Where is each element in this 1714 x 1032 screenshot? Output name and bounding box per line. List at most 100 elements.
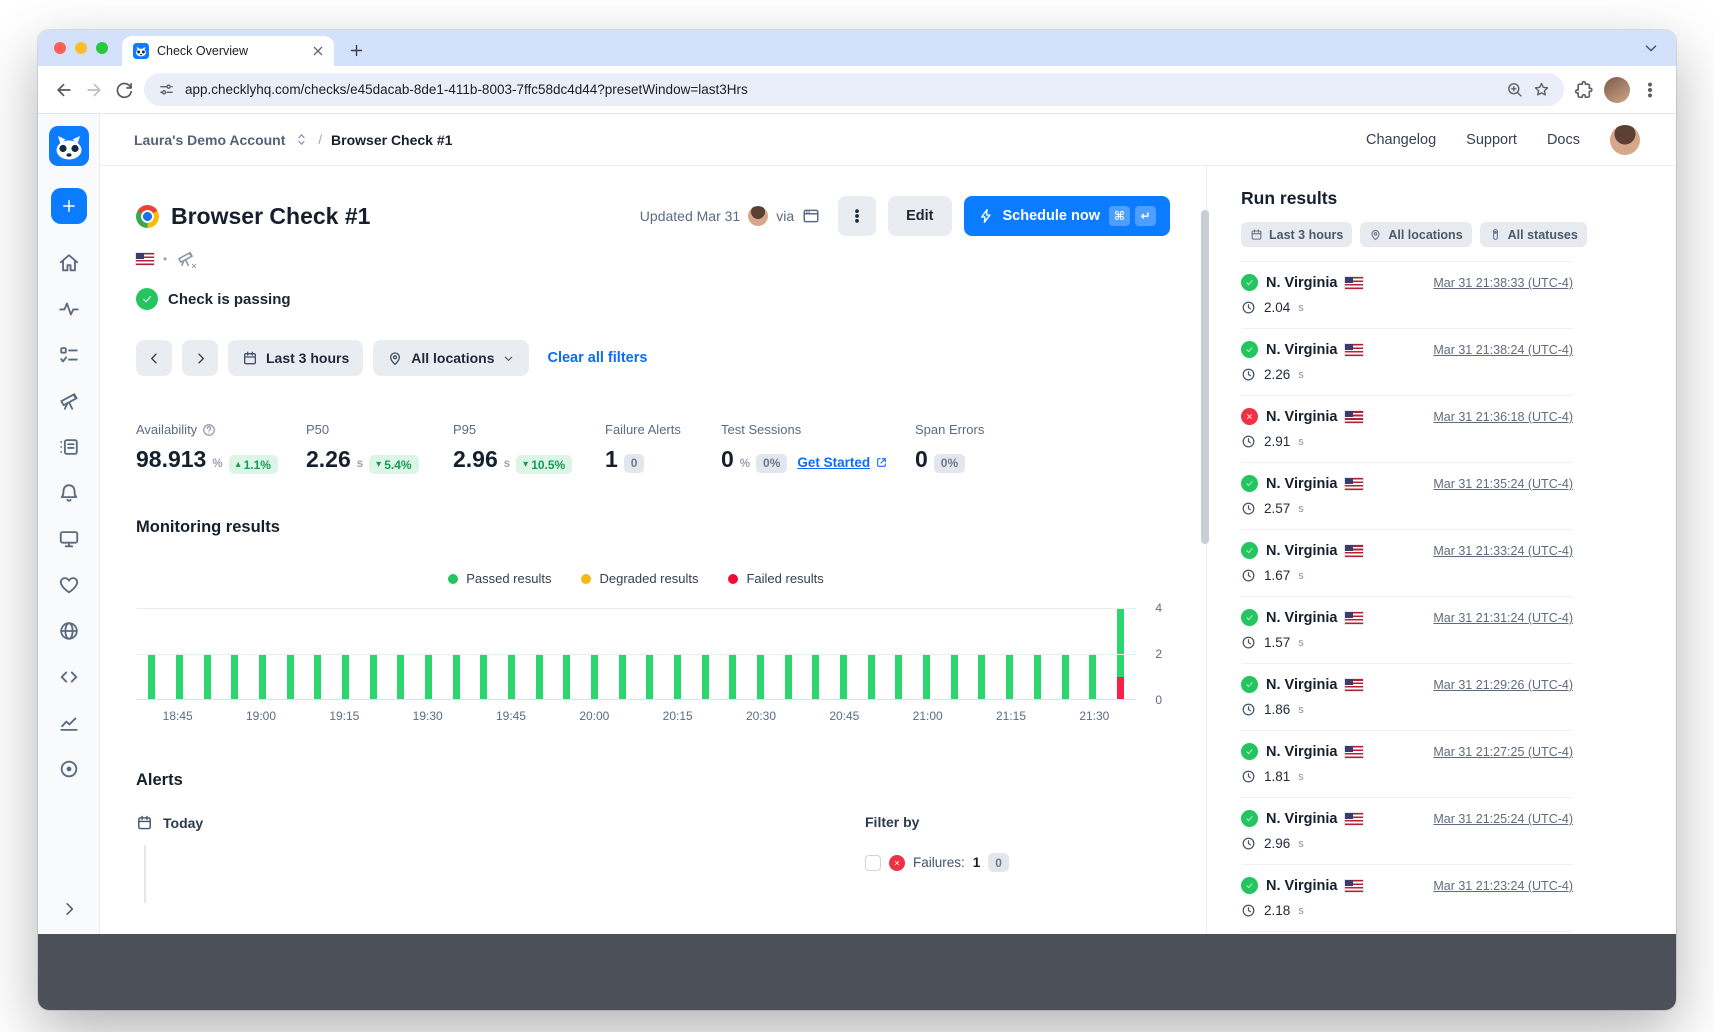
chart-bar[interactable] [619,654,626,700]
chart-bar[interactable] [453,654,460,700]
chart-bar[interactable] [563,654,570,700]
main-scrollbar[interactable] [1201,210,1209,544]
run-timestamp-link[interactable]: Mar 31 21:38:33 (UTC-4) [1433,276,1573,290]
sidebar-collapse-button[interactable] [60,900,78,918]
tab-search-chevron-icon[interactable] [1642,39,1660,57]
sidebar-item-bell[interactable] [58,482,80,504]
clear-filters-link[interactable]: Clear all filters [547,350,647,366]
bookmark-star-icon[interactable] [1533,81,1550,98]
chart-bar[interactable] [314,654,321,700]
back-button[interactable] [54,80,74,100]
sidebar-item-heartbeats[interactable] [58,574,80,596]
chart-bar[interactable] [702,654,709,700]
run-result-row[interactable]: N. Virginia Mar 31 21:23:24 (UTC-4) 2.18… [1241,865,1573,932]
chart-bar[interactable] [480,654,487,700]
create-new-button[interactable] [51,188,87,224]
chart-bar[interactable] [259,654,266,700]
run-timestamp-link[interactable]: Mar 31 21:23:24 (UTC-4) [1433,879,1573,893]
legend-item[interactable]: Passed results [448,571,551,586]
run-result-row[interactable]: N. Virginia Mar 31 21:33:24 (UTC-4) 1.67… [1241,530,1573,597]
chart-bar[interactable] [1089,654,1096,700]
account-switcher[interactable]: Laura's Demo Account [134,132,285,148]
chart-bar[interactable] [1006,654,1013,700]
chart-bar[interactable] [397,654,404,700]
run-timestamp-link[interactable]: Mar 31 21:31:24 (UTC-4) [1433,611,1573,625]
run-result-row[interactable]: N. Virginia Mar 31 21:35:24 (UTC-4) 2.57… [1241,463,1573,530]
run-result-row[interactable]: N. Virginia Mar 31 21:38:24 (UTC-4) 2.26… [1241,329,1573,396]
run-filter-chip-status[interactable]: All statuses [1480,222,1587,247]
chart-bar[interactable] [176,654,183,700]
run-result-row[interactable]: N. Virginia Mar 31 21:38:33 (UTC-4) 2.04… [1241,262,1573,329]
run-timestamp-link[interactable]: Mar 31 21:33:24 (UTC-4) [1433,544,1573,558]
run-result-row[interactable]: N. Virginia Mar 31 21:27:25 (UTC-4) 1.81… [1241,731,1573,798]
user-avatar[interactable] [1610,125,1640,155]
sidebar-item-dashboards[interactable] [58,712,80,734]
chart-bar[interactable] [785,654,792,700]
sidebar-item-code[interactable] [58,666,80,688]
maximize-window-button[interactable] [96,42,108,54]
header-link-docs[interactable]: Docs [1547,132,1580,148]
browser-profile-avatar[interactable] [1604,77,1630,103]
chart-bar[interactable] [1062,654,1069,700]
sidebar-item-locations[interactable] [58,758,80,780]
address-bar[interactable]: app.checklyhq.com/checks/e45dacab-8de1-4… [144,73,1564,106]
forward-button[interactable] [84,80,104,100]
header-link-changelog[interactable]: Changelog [1366,132,1436,148]
chart-bar[interactable] [425,654,432,700]
failures-checkbox[interactable] [865,855,881,871]
chart-bar[interactable] [231,654,238,700]
run-timestamp-link[interactable]: Mar 31 21:25:24 (UTC-4) [1433,812,1573,826]
chart-bar[interactable] [812,654,819,700]
run-filter-chip-location[interactable]: All locations [1360,222,1471,247]
prev-range-button[interactable] [136,340,172,376]
chart-bar[interactable] [646,654,653,700]
chart-bar[interactable] [757,654,764,700]
chart-bar[interactable] [370,654,377,700]
chart-bar[interactable] [978,654,985,700]
run-timestamp-link[interactable]: Mar 31 21:36:18 (UTC-4) [1433,410,1573,424]
browser-tab[interactable]: Check Overview [122,36,334,66]
legend-item[interactable]: Degraded results [581,571,698,586]
sidebar-item-home[interactable] [58,252,80,274]
chart-bar[interactable] [674,654,681,700]
sidebar-item-globe[interactable] [58,620,80,642]
run-result-row[interactable]: N. Virginia Mar 31 21:31:24 (UTC-4) 1.57… [1241,597,1573,664]
help-icon[interactable] [202,423,216,437]
sidebar-item-telescope[interactable] [58,390,80,412]
schedule-now-button[interactable]: Schedule now ⌘↵ [964,196,1171,236]
locations-chip[interactable]: All locations [373,340,529,376]
site-settings-icon[interactable] [158,81,175,98]
updated-by-avatar[interactable] [748,206,768,226]
chart-bar[interactable] [148,654,155,700]
get-started-link[interactable]: Get Started [797,455,888,470]
close-window-button[interactable] [54,42,66,54]
zoom-icon[interactable] [1506,81,1523,98]
more-options-button[interactable] [838,196,876,236]
browser-menu-icon[interactable] [1640,80,1660,100]
chart-bar[interactable] [895,654,902,700]
run-timestamp-link[interactable]: Mar 31 21:29:26 (UTC-4) [1433,678,1573,692]
reload-button[interactable] [114,80,134,100]
run-timestamp-link[interactable]: Mar 31 21:27:25 (UTC-4) [1433,745,1573,759]
sidebar-item-logs[interactable] [58,436,80,458]
chart-bar[interactable] [840,654,847,700]
chart-bar[interactable] [868,654,875,700]
run-result-row[interactable]: N. Virginia Mar 31 21:36:18 (UTC-4) 2.91… [1241,396,1573,463]
checkly-logo[interactable] [49,126,89,166]
chart-bar[interactable] [342,654,349,700]
run-result-row[interactable]: N. Virginia Mar 31 21:25:24 (UTC-4) 2.96… [1241,798,1573,865]
chart-bar[interactable] [951,654,958,700]
run-result-row[interactable]: N. Virginia Mar 31 21:29:26 (UTC-4) 1.86… [1241,664,1573,731]
chart-bar[interactable] [508,654,515,700]
minimize-window-button[interactable] [75,42,87,54]
account-switcher-chevrons-icon[interactable] [294,132,309,147]
chart-bar[interactable] [536,654,543,700]
header-link-support[interactable]: Support [1466,132,1517,148]
chart-bar[interactable] [591,654,598,700]
new-tab-button[interactable] [348,42,365,59]
chart-bar[interactable] [204,654,211,700]
sidebar-item-monitor[interactable] [58,528,80,550]
sidebar-item-activity[interactable] [58,298,80,320]
extensions-icon[interactable] [1574,80,1594,100]
edit-button[interactable]: Edit [888,196,951,236]
